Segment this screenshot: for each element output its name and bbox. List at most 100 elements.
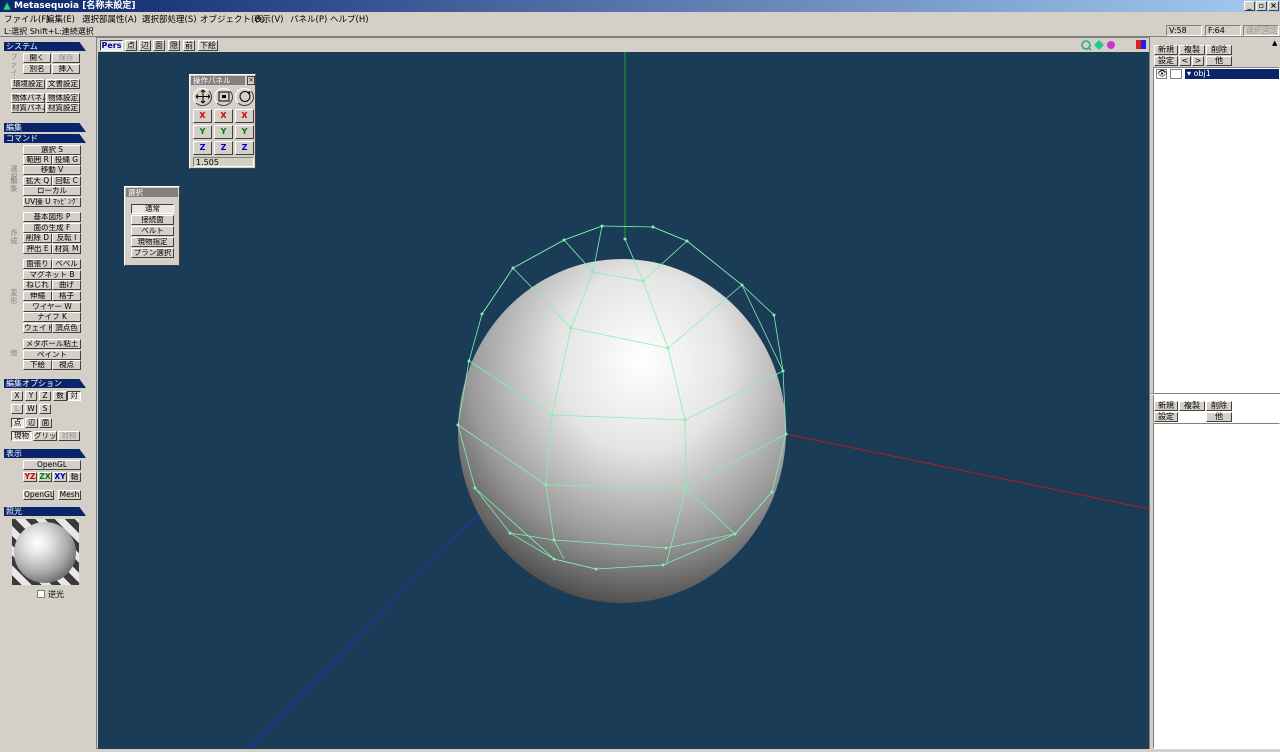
restore-button[interactable]: ▫ <box>1256 1 1267 11</box>
select-current-obj-button[interactable]: 現物指定 <box>131 237 174 247</box>
menu-select-proc[interactable]: 選択部処理(S) <box>142 13 197 25</box>
axis-button[interactable]: 軸 <box>68 472 81 482</box>
underlay-tool[interactable]: 下絵 <box>23 360 52 370</box>
material-list[interactable] <box>1153 423 1280 749</box>
object-settings-button[interactable]: 設定 <box>1154 56 1178 66</box>
flip-tool[interactable]: 反転 I <box>52 233 81 243</box>
rotate-icon[interactable] <box>235 88 254 106</box>
basic-shape-tool[interactable]: 基本図形 P <box>23 212 81 222</box>
grid-toggle[interactable]: グリッド <box>33 431 57 441</box>
current-object-toggle[interactable]: 現物 <box>11 431 32 441</box>
selection-panel-title[interactable]: 選択 <box>126 188 178 197</box>
panel-divider[interactable] <box>1151 393 1280 395</box>
bend-tool[interactable]: 曲げ <box>52 280 81 290</box>
tab-front[interactable]: 前 <box>183 40 195 51</box>
scale-x-button[interactable]: X <box>214 109 233 123</box>
system-header[interactable]: システム <box>4 42 86 51</box>
uv-tool[interactable]: UV操 U ﾏｯﾋﾟﾝｸﾞ <box>23 197 81 207</box>
axis-z-toggle[interactable]: Z <box>39 391 51 401</box>
paint-tool[interactable]: ペイント <box>23 350 81 360</box>
selection-lock[interactable]: 選択固定 <box>1243 25 1279 36</box>
opengl-button[interactable]: OpenGL <box>23 460 81 470</box>
light-preview[interactable] <box>12 519 79 585</box>
stretch-tool[interactable]: 伸縮 <box>23 291 52 301</box>
material-settings-button[interactable]: 材質設定 <box>46 103 80 113</box>
object-panel-button[interactable]: 物体パネル <box>11 93 45 103</box>
scale-y-button[interactable]: Y <box>214 125 233 139</box>
face-gen-tool[interactable]: 面の生成 F <box>23 223 81 233</box>
extrude-tool[interactable]: 押出 E <box>23 244 52 254</box>
symmetric-toggle[interactable]: 対称 <box>58 431 80 441</box>
menu-help[interactable]: ヘルプ(H) <box>330 13 369 25</box>
right-scroll-up-icon[interactable]: ▲ <box>1272 39 1279 49</box>
lattice-tool[interactable]: 格子 <box>52 291 81 301</box>
color-mode-icon[interactable] <box>1136 40 1146 49</box>
view-yz-button[interactable]: YZ <box>23 472 37 482</box>
numeric-toggle[interactable]: 数 <box>53 391 67 401</box>
weight-tool[interactable]: ウェイト <box>23 323 52 333</box>
move-x-button[interactable]: X <box>193 109 212 123</box>
saveas-button[interactable]: 別名 <box>23 64 51 74</box>
mesh-toggle[interactable]: Mesh <box>58 490 81 500</box>
rotate-x-button[interactable]: X <box>235 109 254 123</box>
view-xy-button[interactable]: XY <box>53 472 67 482</box>
move-tool[interactable]: 移動 V <box>23 165 81 175</box>
tab-underlay[interactable]: 下絵 <box>198 40 218 51</box>
move-icon[interactable] <box>193 88 212 106</box>
operation-panel-title[interactable]: 操作パネル <box>191 76 245 85</box>
lock-icon[interactable] <box>1170 69 1182 79</box>
axis-y-toggle[interactable]: Y <box>25 391 37 401</box>
material-settings-button[interactable]: 設定 <box>1154 412 1178 422</box>
object-new-button[interactable]: 新規 <box>1154 45 1178 55</box>
env-settings-button[interactable]: 環境設定 <box>11 79 45 89</box>
object-list[interactable]: 👁 ▾ obj1 <box>1153 67 1280 423</box>
rotate-tool[interactable]: 回転 C <box>52 176 81 186</box>
tab-edge[interactable]: 辺 <box>139 40 151 51</box>
move-z-button[interactable]: Z <box>193 141 212 155</box>
metaball-tool[interactable]: メタボール粘土 <box>23 339 81 349</box>
tab-vertex[interactable]: 点 <box>125 40 137 51</box>
material-delete-button[interactable]: 削除 <box>1206 401 1232 411</box>
eye-icon[interactable]: 👁 <box>1156 69 1167 79</box>
edit-options-header[interactable]: 編集オプション <box>4 379 86 388</box>
select-connected-button[interactable]: 接続面 <box>131 215 174 225</box>
bevel-tool[interactable]: ベベル <box>52 259 81 269</box>
viewpoint-tool[interactable]: 視点 <box>52 360 81 370</box>
magnet-tool[interactable]: マグネット B <box>23 270 81 280</box>
material-tool[interactable]: 材質 M <box>52 244 81 254</box>
local-tool[interactable]: ローカル <box>23 186 81 196</box>
close-button[interactable]: × <box>1268 1 1279 11</box>
rotate-y-button[interactable]: Y <box>235 125 254 139</box>
rotate-z-button[interactable]: Z <box>235 141 254 155</box>
tab-pers[interactable]: Pers <box>100 40 123 51</box>
object-next-button[interactable]: > <box>1192 56 1204 66</box>
minimize-button[interactable]: _ <box>1244 1 1255 11</box>
object-row[interactable]: 👁 ▾ obj1 <box>1154 69 1279 80</box>
edit-header[interactable]: 編集 <box>4 123 86 132</box>
face-mode-toggle[interactable]: 面 <box>39 418 52 428</box>
face-cut-tool[interactable]: 面張り <box>23 259 52 269</box>
object-settings-button[interactable]: 物体設定 <box>46 93 80 103</box>
view-zx-button[interactable]: ZX <box>38 472 52 482</box>
select-belt-button[interactable]: ベルト <box>131 226 174 236</box>
vertex-color-tool[interactable]: 頂点色 <box>52 323 81 333</box>
vertex-mode-toggle[interactable]: 点 <box>11 418 24 428</box>
display-header[interactable]: 表示 <box>4 449 86 458</box>
object-delete-button[interactable]: 削除 <box>1206 45 1232 55</box>
insert-button[interactable]: 挿入 <box>52 64 80 74</box>
move-y-button[interactable]: Y <box>193 125 212 139</box>
operation-value[interactable]: 1.505 <box>193 157 254 167</box>
edge-mode-toggle[interactable]: 辺 <box>25 418 38 428</box>
knife-tool[interactable]: ナイフ K <box>23 312 81 322</box>
material-other-button[interactable]: 他 <box>1206 412 1232 422</box>
scale-icon[interactable] <box>214 88 233 106</box>
screen-s-toggle[interactable]: S <box>39 404 51 414</box>
axis-x-toggle[interactable]: X <box>11 391 23 401</box>
menu-panel[interactable]: パネル(P) <box>290 13 327 25</box>
operation-panel-close-icon[interactable]: × <box>247 76 255 85</box>
tab-hidden[interactable]: 隠 <box>168 40 180 51</box>
menu-select-attr[interactable]: 選択部属性(A) <box>82 13 137 25</box>
doc-settings-button[interactable]: 文書設定 <box>46 79 80 89</box>
backlight-checkbox[interactable] <box>37 590 45 598</box>
sphere-mesh[interactable] <box>456 224 788 604</box>
